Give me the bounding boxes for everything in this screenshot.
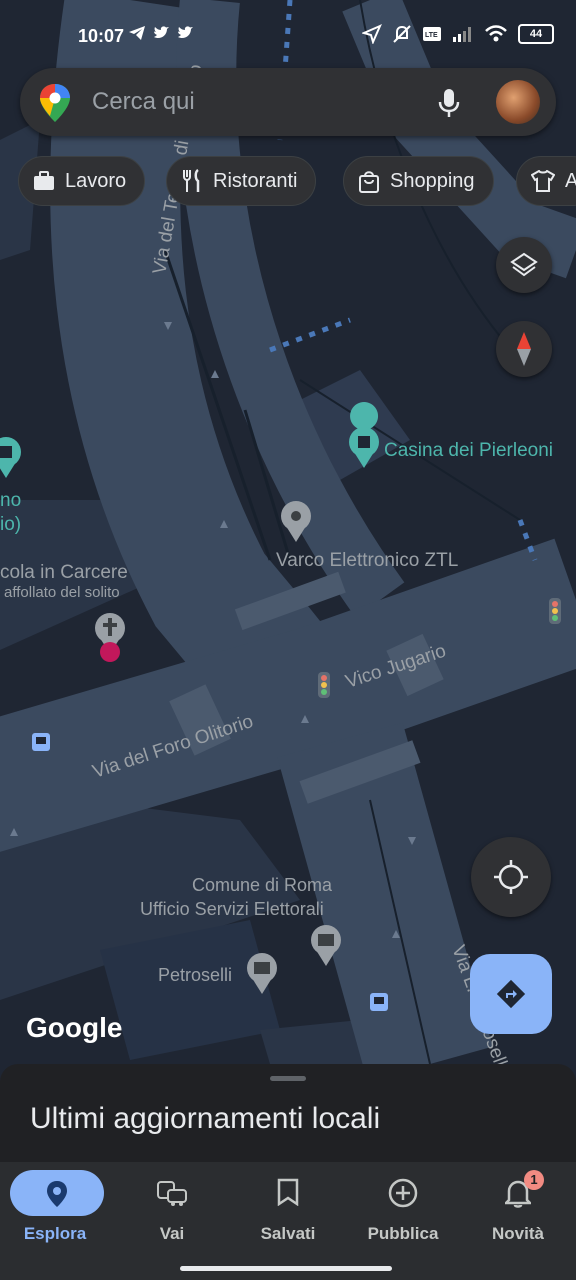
comune-label-2[interactable]: Ufficio Servizi Elettorali	[140, 899, 324, 920]
chip-abbigliamento[interactable]: A	[516, 156, 576, 206]
signal-icon	[453, 27, 471, 42]
bus-stop-icon[interactable]	[32, 733, 50, 751]
shopping-bag-icon	[359, 171, 379, 193]
google-logo: Google	[26, 1012, 123, 1043]
maps-pin-logo-icon	[40, 84, 70, 122]
shirt-icon	[531, 170, 555, 192]
chip-label: A	[565, 169, 576, 192]
chip-lavoro[interactable]: Lavoro	[18, 156, 146, 206]
petroselli-label[interactable]: Petroselli	[158, 965, 232, 986]
sheet-drag-handle[interactable]	[270, 1076, 306, 1081]
nav-label: Esplora	[23, 1224, 87, 1243]
chip-label: Lavoro	[65, 169, 127, 192]
search-bar[interactable]: Cerca qui	[20, 68, 556, 136]
briefcase-icon	[34, 171, 54, 190]
church-label[interactable]: cola in Carcere	[0, 562, 128, 584]
chip-label: Ristoranti	[213, 169, 298, 192]
nav-vai[interactable]: Vai	[117, 1162, 227, 1262]
traffic-light-icon	[318, 672, 330, 698]
casina-label[interactable]: Casina dei Pierleoni	[384, 440, 553, 462]
bus-stop-icon[interactable]	[370, 993, 388, 1011]
chip-label: Shopping	[390, 169, 475, 192]
traffic-light-icon	[549, 598, 561, 624]
bottom-nav: Esplora Vai Salvati Pubblica Novità	[0, 1162, 576, 1280]
nav-label: Salvati	[260, 1224, 316, 1243]
notification-badge: 1	[524, 1170, 544, 1190]
twitter-icon	[178, 26, 193, 39]
svg-text:LTE: LTE	[425, 32, 438, 39]
chip-ristoranti[interactable]: Ristoranti	[166, 156, 317, 206]
updates-sheet[interactable]: Ultimi aggiornamenti locali	[0, 1064, 576, 1164]
my-location-button[interactable]	[471, 837, 551, 917]
nav-label: Pubblica	[367, 1224, 439, 1243]
comune-label-1[interactable]: Comune di Roma	[192, 875, 332, 896]
road-petroselli	[277, 722, 493, 1082]
nav-esplora[interactable]: Esplora	[0, 1162, 110, 1262]
telegram-icon	[129, 26, 145, 40]
microphone-icon[interactable]	[438, 88, 460, 118]
mute-icon	[393, 25, 411, 43]
crosshair-icon	[494, 860, 528, 894]
battery-icon: 44	[518, 24, 554, 44]
ztl-label[interactable]: Varco Elettronico ZTL	[276, 550, 458, 572]
directions-icon	[496, 979, 526, 1009]
location-arrow-icon	[362, 24, 382, 44]
layers-icon	[510, 252, 538, 277]
category-chips: Lavoro Ristoranti Shopping A	[18, 156, 576, 208]
left-poi-label-2[interactable]: io)	[0, 514, 21, 536]
search-input[interactable]: Cerca qui	[92, 88, 195, 116]
compass-button[interactable]	[496, 321, 552, 377]
nav-label: Novità	[492, 1224, 544, 1243]
home-indicator[interactable]	[180, 1266, 392, 1271]
compass-icon	[517, 332, 531, 366]
church-busy-label: affollato del solito	[4, 584, 120, 601]
sheet-title: Ultimi aggiornamenti locali	[30, 1102, 381, 1135]
bookmark-icon	[277, 1178, 299, 1206]
layers-button[interactable]	[496, 237, 552, 293]
nav-pubblica[interactable]: Pubblica	[348, 1162, 458, 1262]
volte-icon: LTE	[423, 27, 441, 41]
add-circle-icon	[388, 1178, 418, 1208]
location-pin-icon	[47, 1181, 67, 1207]
status-bar: 10:07 LTE 44	[0, 0, 576, 70]
directions-button[interactable]	[470, 954, 552, 1034]
avatar[interactable]	[496, 80, 540, 124]
wifi-icon	[485, 25, 507, 42]
status-time: 10:07	[78, 26, 125, 46]
left-poi-label-1[interactable]: no	[0, 490, 21, 512]
nav-label: Vai	[159, 1224, 185, 1243]
twitter-icon	[154, 26, 169, 39]
commute-icon	[157, 1181, 187, 1206]
fork-knife-icon	[183, 169, 200, 192]
nav-novita[interactable]: Novità	[463, 1162, 573, 1262]
nav-salvati[interactable]: Salvati	[233, 1162, 343, 1262]
chip-shopping[interactable]: Shopping	[343, 156, 494, 206]
